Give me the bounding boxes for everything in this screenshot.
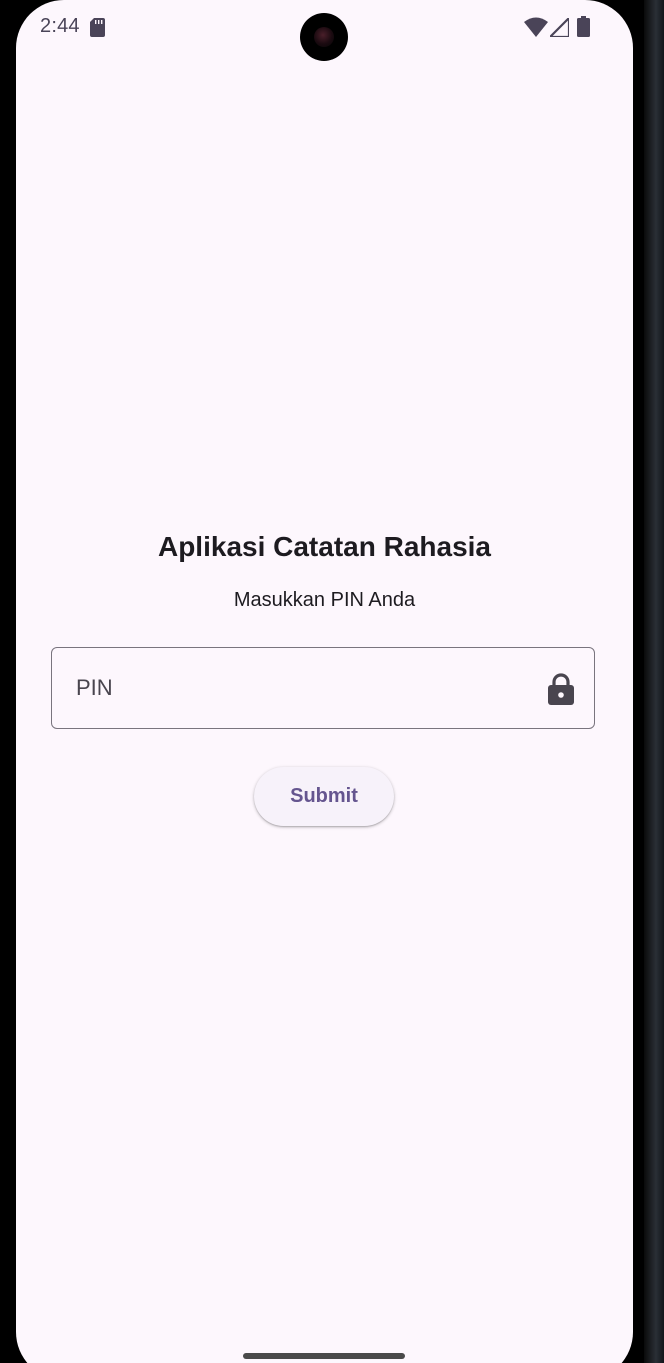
submit-button[interactable]: Submit <box>254 767 394 826</box>
page-subtitle: Masukkan PIN Anda <box>233 589 416 611</box>
app-screen: 2:44 Aplikasi Catatan Rahasia Masukkan P… <box>16 0 633 1363</box>
device-side-edge <box>644 0 664 1363</box>
page-title: Aplikasi Catatan Rahasia <box>157 531 492 562</box>
camera-lens <box>314 27 334 47</box>
lock-icon <box>548 673 574 705</box>
battery-icon <box>577 16 590 37</box>
sd-card-icon <box>90 18 105 37</box>
cellular-signal-icon <box>550 18 569 37</box>
status-bar: 2:44 <box>16 0 633 61</box>
wifi-icon <box>524 17 548 37</box>
pin-input[interactable] <box>52 648 556 728</box>
status-time: 2:44 <box>40 15 80 37</box>
pin-field[interactable] <box>51 647 595 729</box>
front-camera <box>300 13 348 61</box>
device-frame: 2:44 Aplikasi Catatan Rahasia Masukkan P… <box>0 0 664 1363</box>
home-indicator[interactable] <box>243 1353 405 1359</box>
